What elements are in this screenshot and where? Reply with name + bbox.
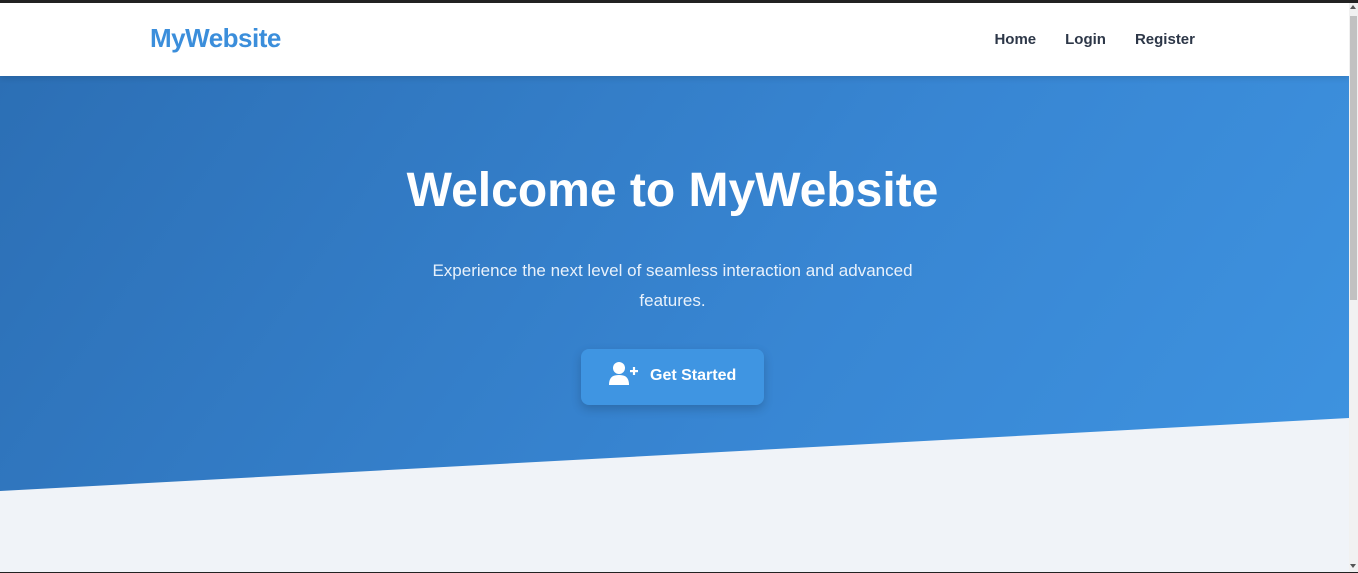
hero-title: Welcome to MyWebsite: [406, 164, 939, 217]
nav-links: Home Login Register: [994, 31, 1195, 48]
get-started-button[interactable]: Get Started: [581, 349, 764, 405]
hero-subtitle: Experience the next level of seamless in…: [432, 261, 913, 310]
nav-link-login[interactable]: Login: [1065, 31, 1106, 48]
nav-link-home[interactable]: Home: [994, 31, 1036, 48]
scroll-down-arrow-icon[interactable]: [1350, 564, 1356, 568]
user-plus-icon: [609, 361, 639, 387]
page-viewport: MyWebsite Home Login Register Welcome to…: [0, 3, 1349, 572]
scroll-up-arrow-icon[interactable]: [1350, 5, 1356, 9]
get-started-label: Get Started: [650, 367, 737, 384]
site-logo[interactable]: MyWebsite: [150, 23, 281, 54]
nav-link-register[interactable]: Register: [1135, 31, 1195, 48]
navbar: MyWebsite Home Login Register: [0, 3, 1349, 76]
scrollbar-thumb[interactable]: [1350, 16, 1357, 300]
vertical-scrollbar[interactable]: [1349, 3, 1358, 572]
